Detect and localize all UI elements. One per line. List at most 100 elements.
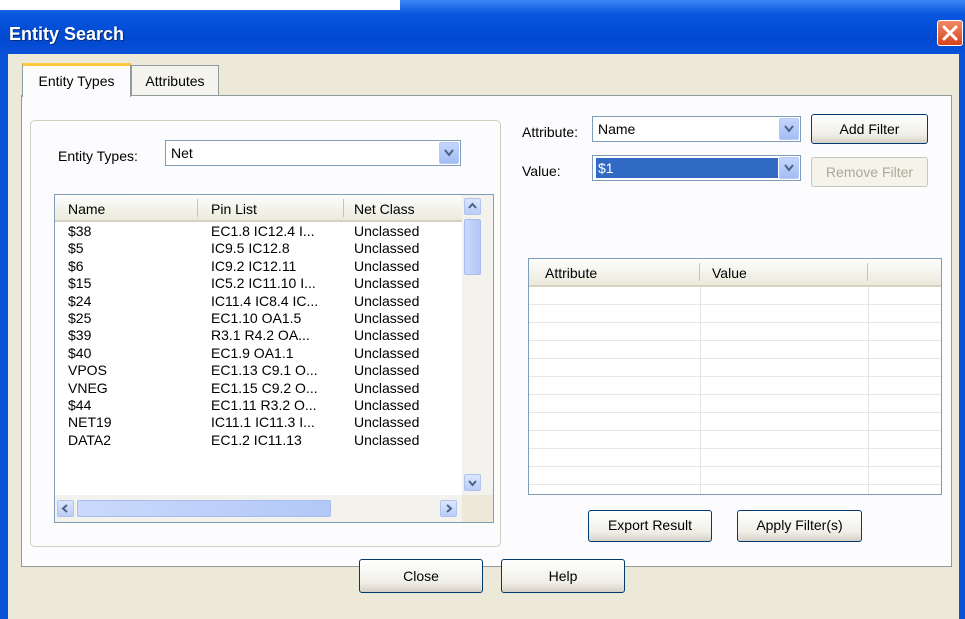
chevron-left-icon (61, 504, 68, 513)
pin-list-cell: IC9.5 IC12.8 (211, 240, 290, 257)
value-input[interactable]: $1 (596, 158, 778, 178)
scroll-right-button[interactable] (440, 500, 457, 517)
tab-attributes[interactable]: Attributes (131, 65, 219, 95)
scrollbar-corner (462, 495, 493, 522)
net-name-cell: $15 (68, 275, 92, 292)
pin-list-cell: EC1.9 OA1.1 (211, 344, 294, 361)
pin-list-cell: EC1.10 OA1.5 (211, 309, 302, 326)
title-bar[interactable]: Entity Search (0, 0, 965, 54)
help-button[interactable]: Help (501, 559, 625, 593)
net-name-cell: DATA2 (68, 431, 112, 448)
entity-types-value: Net (171, 145, 193, 161)
value-label: Value: (522, 163, 561, 179)
net-class-cell: Unclassed (354, 414, 420, 431)
attribute-dropdown[interactable]: Name (592, 116, 801, 142)
table-row[interactable]: $25 EC1.10 OA1.5 Unclassed (55, 310, 462, 327)
column-header-pin-list[interactable]: Pin List (211, 201, 257, 217)
net-class-cell: Unclassed (354, 379, 420, 396)
entity-search-window: Entity Search Entity Types Attributes En… (0, 0, 965, 619)
net-class-cell: Unclassed (354, 292, 420, 309)
export-result-button[interactable]: Export Result (588, 510, 712, 542)
net-name-cell: $6 (68, 257, 84, 274)
net-name-cell: $5 (68, 240, 84, 257)
chevron-right-icon (446, 504, 453, 513)
horizontal-scroll-thumb[interactable] (77, 500, 331, 517)
pin-list-cell: EC1.2 IC11.13 (211, 431, 302, 448)
table-row[interactable]: $44 EC1.11 R3.2 O... Unclassed (55, 397, 462, 414)
remove-filter-button[interactable]: Remove Filter (811, 157, 928, 187)
pin-list-cell: EC1.15 C9.2 O... (211, 379, 318, 396)
filter-list-header: Attribute Value (529, 259, 941, 287)
net-class-cell: Unclassed (354, 431, 420, 448)
net-class-cell: Unclassed (354, 257, 420, 274)
net-name-cell: $44 (68, 396, 92, 413)
attribute-value: Name (598, 121, 636, 137)
column-header-name[interactable]: Name (68, 201, 105, 217)
window-close-button[interactable] (937, 20, 963, 46)
screenshot-edge-artifact (0, 0, 400, 10)
column-header-value[interactable]: Value (712, 265, 747, 281)
dropdown-arrow[interactable] (779, 157, 799, 179)
net-name-cell: VPOS (68, 362, 107, 379)
table-row[interactable]: $40 EC1.9 OA1.1 Unclassed (55, 345, 462, 362)
vertical-scrollbar[interactable] (462, 195, 493, 495)
net-name-cell: $25 (68, 309, 92, 326)
table-row[interactable]: $39 R3.1 R4.2 OA... Unclassed (55, 327, 462, 344)
pin-list-cell: EC1.8 IC12.4 I... (211, 223, 315, 239)
net-list-header: Name Pin List Net Class (55, 195, 462, 222)
window-title: Entity Search (9, 24, 125, 44)
table-row[interactable]: NET19 IC11.1 IC11.3 I... Unclassed (55, 414, 462, 431)
table-row[interactable]: VPOS EC1.13 C9.1 O... Unclassed (55, 362, 462, 379)
value-combobox[interactable]: $1 (592, 155, 801, 181)
close-button[interactable]: Close (359, 559, 483, 593)
scroll-up-button[interactable] (464, 198, 481, 215)
dialog-client-area: Entity Types Attributes Entity Types: Ne… (8, 54, 959, 619)
net-name-cell: VNEG (68, 379, 108, 396)
filter-list[interactable]: Attribute Value (528, 258, 942, 495)
close-icon (942, 25, 958, 41)
pin-list-cell: IC11.4 IC8.4 IC... (211, 292, 319, 309)
column-header-net-class[interactable]: Net Class (354, 201, 415, 217)
pin-list-cell: EC1.13 C9.1 O... (211, 362, 318, 379)
pin-list-cell: EC1.11 R3.2 O... (211, 396, 317, 413)
net-class-cell: Unclassed (354, 309, 420, 326)
net-list[interactable]: Name Pin List Net Class $38 EC1.8 IC12.4 … (54, 194, 494, 523)
chevron-down-icon (444, 149, 454, 157)
dropdown-arrow[interactable] (779, 118, 799, 140)
chevron-down-icon (784, 125, 794, 133)
table-row[interactable]: $24 IC11.4 IC8.4 IC... Unclassed (55, 293, 462, 310)
net-class-cell: Unclassed (354, 396, 420, 413)
entity-types-dropdown[interactable]: Net (165, 140, 461, 166)
pin-list-cell: R3.1 R4.2 OA... (211, 327, 310, 344)
chevron-down-icon (784, 164, 794, 172)
net-name-cell: $38 (68, 223, 92, 239)
column-header-attribute[interactable]: Attribute (545, 265, 597, 281)
attribute-label: Attribute: (522, 124, 579, 140)
net-name-cell: $40 (68, 344, 92, 361)
vertical-scroll-thumb[interactable] (464, 219, 481, 275)
pin-list-cell: IC5.2 IC11.10 I... (211, 275, 316, 292)
horizontal-scrollbar[interactable] (55, 495, 462, 522)
table-row[interactable]: $15 IC5.2 IC11.10 I... Unclassed (55, 275, 462, 292)
net-name-cell: $24 (68, 292, 92, 309)
net-name-cell: NET19 (68, 414, 112, 431)
net-class-cell: Unclassed (354, 327, 420, 344)
tab-entity-types[interactable]: Entity Types (22, 63, 131, 97)
apply-filters-button[interactable]: Apply Filter(s) (737, 510, 862, 542)
dropdown-arrow[interactable] (439, 142, 459, 164)
net-class-cell: Unclassed (354, 275, 420, 292)
scroll-down-button[interactable] (464, 474, 481, 491)
entity-types-label: Entity Types: (58, 148, 138, 164)
table-row[interactable]: $6 IC9.2 IC12.11 Unclassed (55, 258, 462, 275)
net-class-cell: Unclassed (354, 344, 420, 361)
net-list-rows: $38 EC1.8 IC12.4 I... Unclassed $5 IC9.5 IC1… (55, 223, 462, 449)
scroll-left-button[interactable] (57, 500, 74, 517)
table-row[interactable]: $38 EC1.8 IC12.4 I... Unclassed (55, 223, 462, 240)
table-row[interactable]: $5 IC9.5 IC12.8 Unclassed (55, 240, 462, 257)
net-class-cell: Unclassed (354, 223, 420, 239)
add-filter-button[interactable]: Add Filter (811, 114, 928, 144)
table-row[interactable]: DATA2 EC1.2 IC11.13 Unclassed (55, 432, 462, 449)
pin-list-cell: IC9.2 IC12.11 (211, 257, 297, 274)
pin-list-cell: IC11.1 IC11.3 I... (211, 414, 315, 431)
table-row[interactable]: VNEG EC1.15 C9.2 O... Unclassed (55, 380, 462, 397)
